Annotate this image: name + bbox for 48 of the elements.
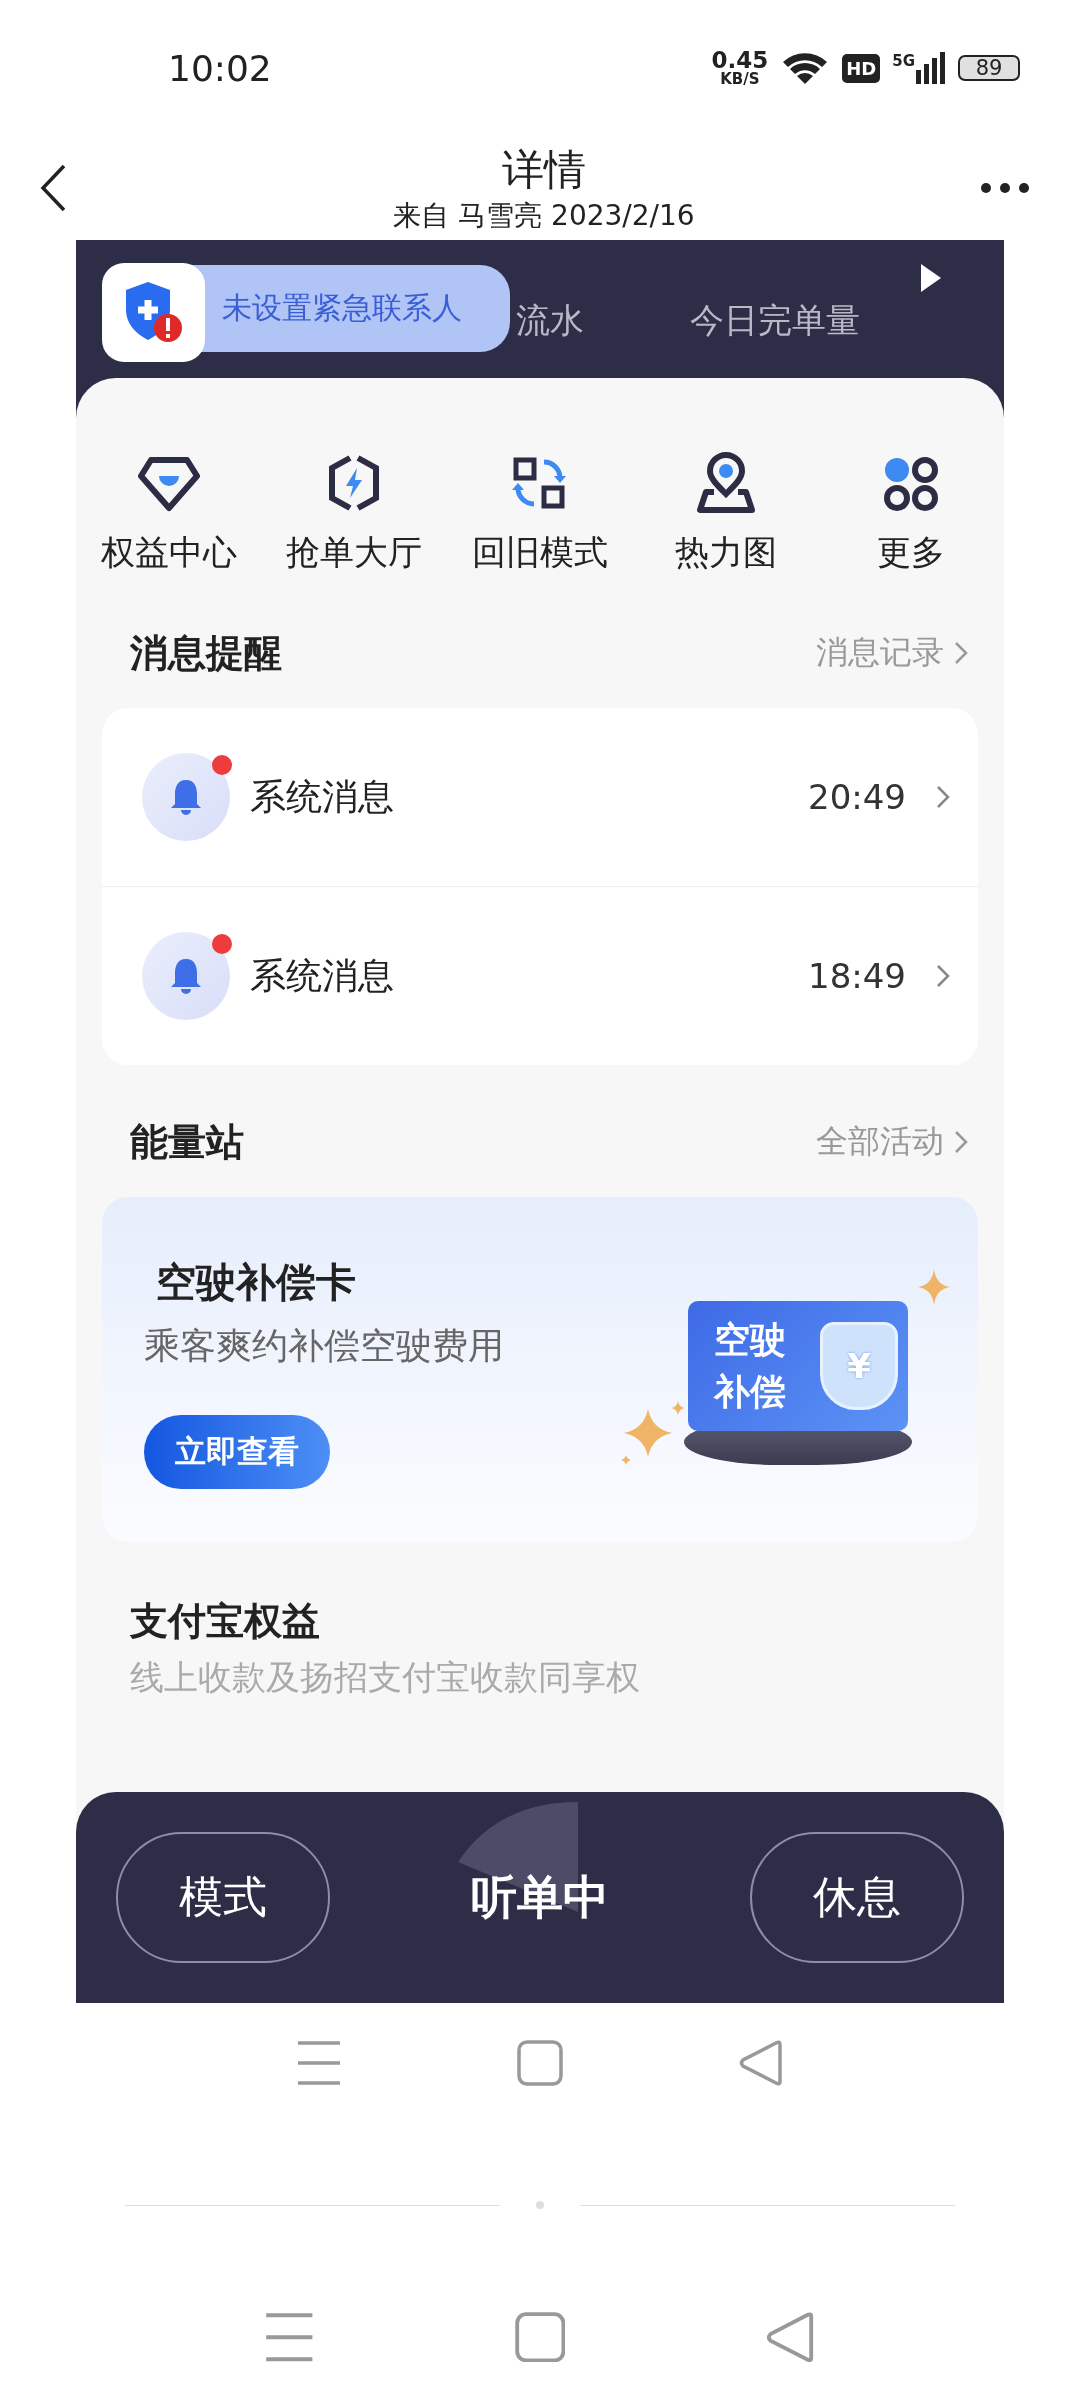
network-speed: 0.45 KB/S	[711, 49, 769, 87]
section-title: 能量站	[130, 1118, 244, 1166]
home-icon[interactable]	[517, 2040, 563, 2086]
rest-button[interactable]: 休息	[750, 1832, 964, 1963]
bell-icon	[169, 957, 203, 995]
shortcut-label[interactable]: 更多	[877, 530, 946, 576]
chevron-icon	[954, 1130, 968, 1154]
message-row[interactable]: 系统消息 20:49	[102, 708, 978, 886]
currency-symbol: ¥	[847, 1346, 871, 1386]
message-row[interactable]: 系统消息 18:49	[102, 886, 978, 1065]
menu-icon[interactable]	[264, 2311, 315, 2363]
play-icon[interactable]	[919, 262, 943, 294]
page-indicator-dot	[536, 2201, 544, 2209]
battery-level: 89	[975, 56, 1003, 80]
card-text: 补偿	[714, 1370, 787, 1414]
stat-label: 流水	[516, 299, 584, 342]
chevron-icon	[936, 964, 950, 988]
bell-icon	[169, 778, 203, 816]
menu-icon[interactable]	[296, 2040, 342, 2086]
banner-title: 空驶补偿卡	[156, 1258, 356, 1307]
view-button[interactable]: 立即查看	[144, 1415, 330, 1489]
hd-badge: HD	[842, 53, 881, 83]
shortcut-label[interactable]: 权益中心	[100, 530, 237, 576]
message-time: 20:49	[808, 777, 906, 817]
section-description: 线上收款及扬招支付宝收款同享权	[130, 1656, 641, 1699]
shortcut-label[interactable]: 抢单大厅	[286, 530, 423, 576]
banner-subtitle: 乘客爽约补偿空驶费用	[144, 1324, 504, 1368]
stat-label: 今日完单量	[690, 299, 860, 342]
shortcut-label[interactable]: 热力图	[674, 530, 777, 576]
chevron-icon	[954, 641, 968, 665]
page-subtitle: 来自 马雪亮 2023/2/16	[393, 198, 695, 234]
signal-icon	[916, 52, 946, 84]
message-time: 18:49	[808, 956, 906, 996]
back-icon[interactable]	[38, 163, 68, 213]
mode-button[interactable]: 模式	[116, 1832, 330, 1963]
section-title: 支付宝权益	[130, 1598, 321, 1645]
message-title: 系统消息	[250, 953, 395, 998]
shortcut-label[interactable]: 回旧模式	[472, 530, 608, 576]
message-title: 系统消息	[250, 774, 395, 819]
card-text: 空驶	[714, 1318, 787, 1362]
chevron-icon	[936, 785, 950, 809]
home-icon[interactable]	[514, 2311, 566, 2363]
page-title: 详情	[502, 144, 586, 196]
status-label: 听单中	[471, 1868, 609, 1926]
clock-time: 10:02	[168, 47, 272, 89]
section-title: 消息提醒	[130, 629, 282, 677]
network-type: 5G	[892, 52, 915, 70]
more-icon[interactable]	[980, 182, 1030, 194]
